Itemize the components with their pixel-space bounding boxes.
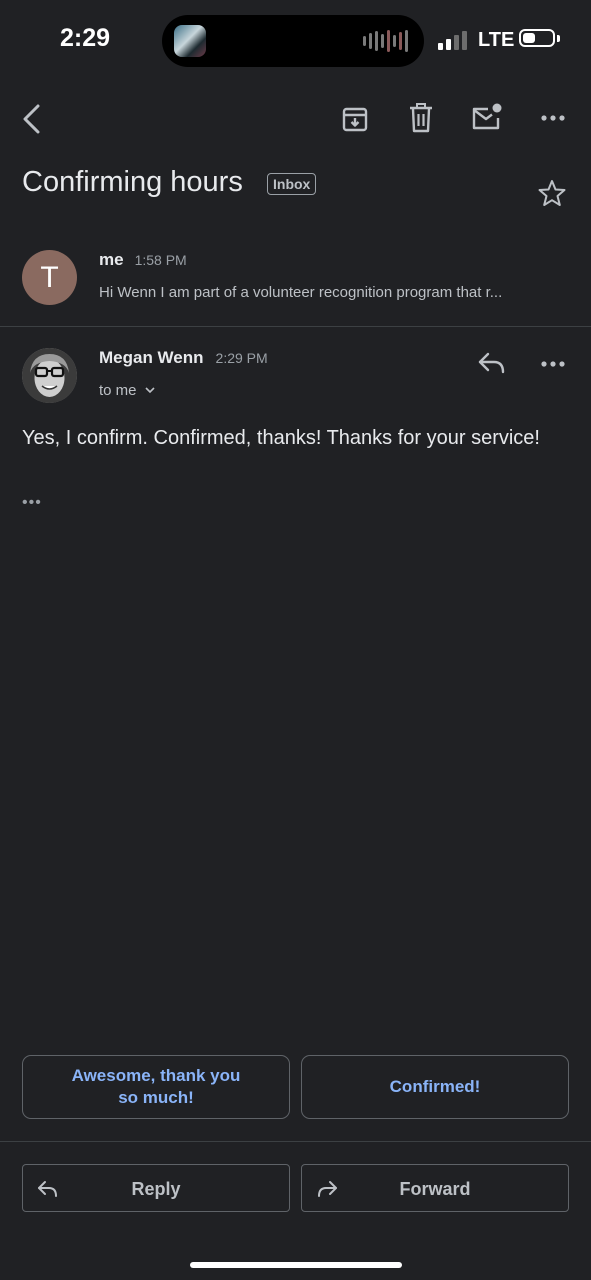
chevron-left-icon[interactable] — [18, 102, 46, 136]
reply-button[interactable]: Reply — [22, 1164, 290, 1212]
battery-level — [523, 33, 535, 43]
message-body: Yes, I confirm. Confirmed, thanks! Thank… — [22, 427, 540, 449]
more-horizontal-icon[interactable] — [540, 113, 566, 123]
network-type: LTE — [478, 29, 515, 51]
battery-icon — [519, 29, 555, 47]
sender-name: Megan Wenn — [99, 348, 204, 367]
avatar — [22, 348, 77, 403]
home-indicator[interactable] — [190, 1262, 402, 1268]
message-time: 2:29 PM — [215, 350, 268, 366]
star-outline-icon[interactable] — [537, 178, 567, 208]
smart-reply-chip[interactable]: Confirmed! — [301, 1055, 569, 1119]
label-badge[interactable]: Inbox — [267, 173, 317, 195]
status-time: 2:29 — [60, 24, 111, 52]
forward-label: Forward — [399, 1179, 471, 1199]
message-time: 1:58 PM — [134, 252, 187, 268]
reply-icon[interactable] — [477, 350, 507, 376]
reply-label: Reply — [131, 1179, 181, 1199]
message-header[interactable]: Megan Wenn 2:29 PM — [99, 348, 268, 368]
cellular-signal-icon — [438, 30, 467, 50]
avatar: T — [22, 250, 77, 305]
recipients-text: to me — [99, 382, 137, 399]
recipients-toggle[interactable]: to me — [99, 382, 156, 399]
sender-name: me — [99, 250, 124, 269]
dynamic-island[interactable] — [162, 15, 424, 67]
audio-waveform-icon — [363, 29, 408, 53]
thread-subject: Confirming hours — [22, 166, 243, 198]
now-playing-artwork — [174, 25, 206, 57]
show-trimmed-content-button[interactable]: ••• — [22, 494, 42, 512]
battery-tip — [557, 35, 560, 42]
archive-icon[interactable] — [340, 104, 370, 134]
message-snippet[interactable]: Hi Wenn I am part of a volunteer recogni… — [99, 284, 564, 301]
message-divider — [0, 326, 591, 327]
chevron-down-icon — [145, 387, 155, 394]
mail-unread-icon[interactable] — [470, 102, 504, 132]
more-horizontal-icon[interactable] — [540, 359, 566, 369]
forward-button[interactable]: Forward — [301, 1164, 569, 1212]
smart-reply-chip[interactable]: Awesome, thank you so much! — [22, 1055, 290, 1119]
message-header[interactable]: me 1:58 PM — [99, 250, 187, 270]
actions-divider — [0, 1141, 591, 1142]
trash-icon[interactable] — [406, 102, 436, 134]
